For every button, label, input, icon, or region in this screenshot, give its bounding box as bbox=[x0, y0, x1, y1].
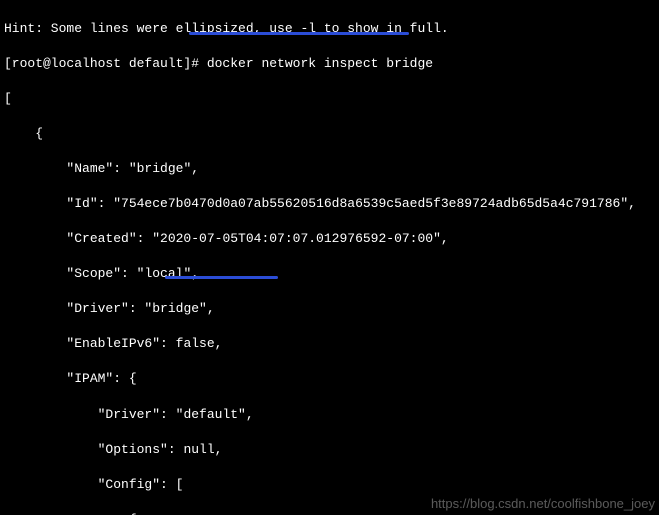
annotation-underline-gateway bbox=[165, 276, 278, 279]
ipam-options-value: null bbox=[183, 442, 214, 457]
json-open-brace: { bbox=[4, 125, 655, 143]
driver-value: bridge bbox=[152, 301, 199, 316]
name-value: bridge bbox=[137, 161, 184, 176]
field-enableipv6: "EnableIPv6": false, bbox=[4, 335, 655, 353]
prompt-line: [root@localhost default]# docker network… bbox=[4, 55, 655, 73]
ipam-driver-value: default bbox=[183, 407, 238, 422]
annotation-underline-command bbox=[189, 32, 409, 35]
field-id: "Id": "754ece7b0470d0a07ab55620516d8a653… bbox=[4, 195, 655, 213]
field-ipam-options: "Options": null, bbox=[4, 441, 655, 459]
terminal-output[interactable]: Hint: Some lines were ellipsized, use -l… bbox=[0, 0, 659, 515]
field-driver: "Driver": "bridge", bbox=[4, 300, 655, 318]
field-scope: "Scope": "local", bbox=[4, 265, 655, 283]
enableipv6-value: false bbox=[176, 336, 215, 351]
field-ipam-config-open: "Config": [ bbox=[4, 476, 655, 494]
created-value: 2020-07-05T04:07:07.012976592-07:00 bbox=[160, 231, 433, 246]
field-name: "Name": "bridge", bbox=[4, 160, 655, 178]
id-value: 754ece7b0470d0a07ab55620516d8a6539c5aed5… bbox=[121, 196, 620, 211]
watermark-text: https://blog.csdn.net/coolfishbone_joey bbox=[431, 495, 655, 513]
json-open-bracket: [ bbox=[4, 90, 655, 108]
field-ipam-open: "IPAM": { bbox=[4, 370, 655, 388]
field-ipam-driver: "Driver": "default", bbox=[4, 406, 655, 424]
field-created: "Created": "2020-07-05T04:07:07.01297659… bbox=[4, 230, 655, 248]
